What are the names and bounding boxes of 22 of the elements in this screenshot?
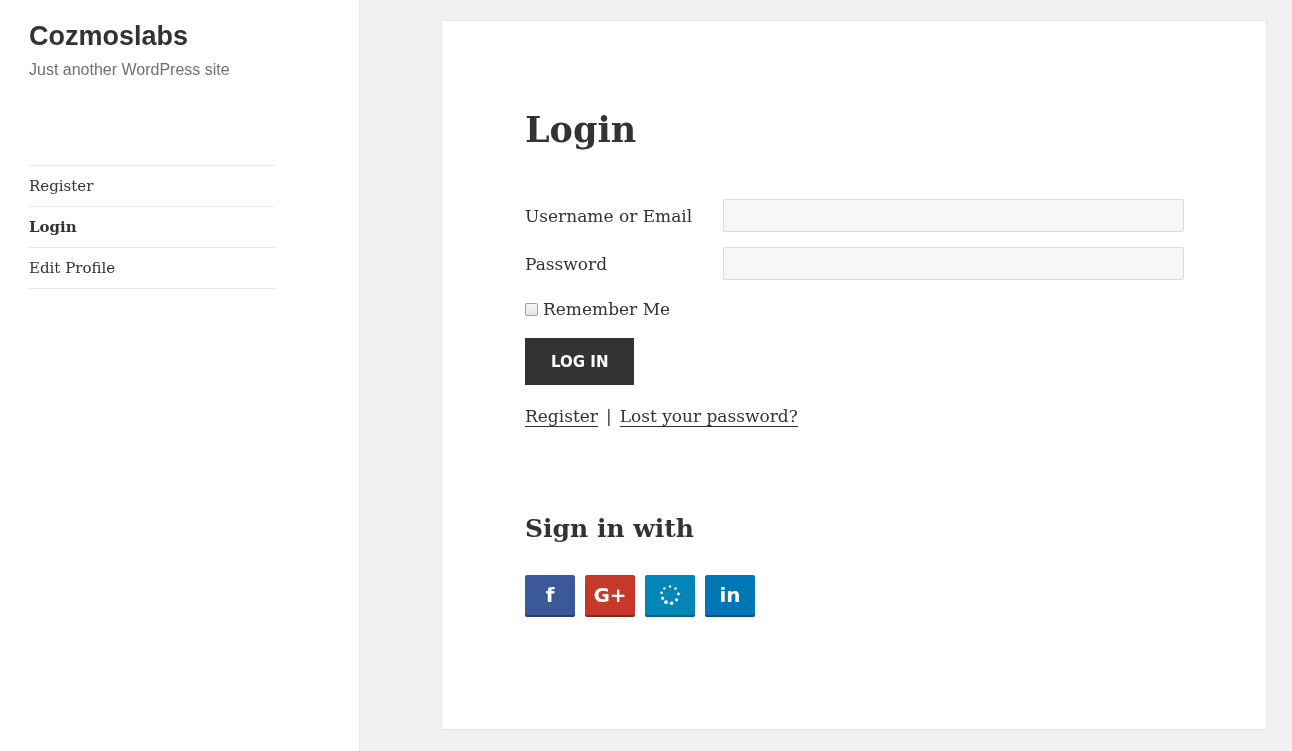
site-tagline: Just another WordPress site bbox=[29, 60, 230, 80]
text-input-field[interactable] bbox=[723, 199, 1184, 232]
text-input-field[interactable] bbox=[723, 247, 1184, 280]
social-login-button[interactable]: f bbox=[525, 575, 575, 617]
social-login-button[interactable] bbox=[645, 575, 695, 617]
section-heading: Sign in with bbox=[525, 513, 695, 545]
nav-link[interactable]: Login bbox=[29, 218, 77, 236]
site-title[interactable]: Cozmoslabs bbox=[29, 19, 189, 53]
social-login-button[interactable]: in bbox=[705, 575, 755, 617]
social-login-button[interactable]: G+ bbox=[585, 575, 635, 617]
link-separator: | bbox=[605, 406, 612, 426]
field-label: Password bbox=[525, 253, 608, 274]
remember-checkbox[interactable] bbox=[525, 302, 538, 316]
checkbox-label: Remember Me bbox=[543, 299, 671, 319]
field-label: Username or Email bbox=[525, 205, 693, 226]
text-link[interactable]: Lost your password? bbox=[619, 406, 798, 427]
nav-link[interactable]: Edit Profile bbox=[29, 259, 116, 277]
nav-link[interactable]: Register bbox=[29, 177, 94, 195]
text-link[interactable]: Register bbox=[525, 406, 598, 427]
dotted-ring-icon bbox=[660, 585, 680, 605]
login-button[interactable]: LOG IN bbox=[525, 338, 635, 385]
page-heading: Login bbox=[525, 108, 637, 152]
